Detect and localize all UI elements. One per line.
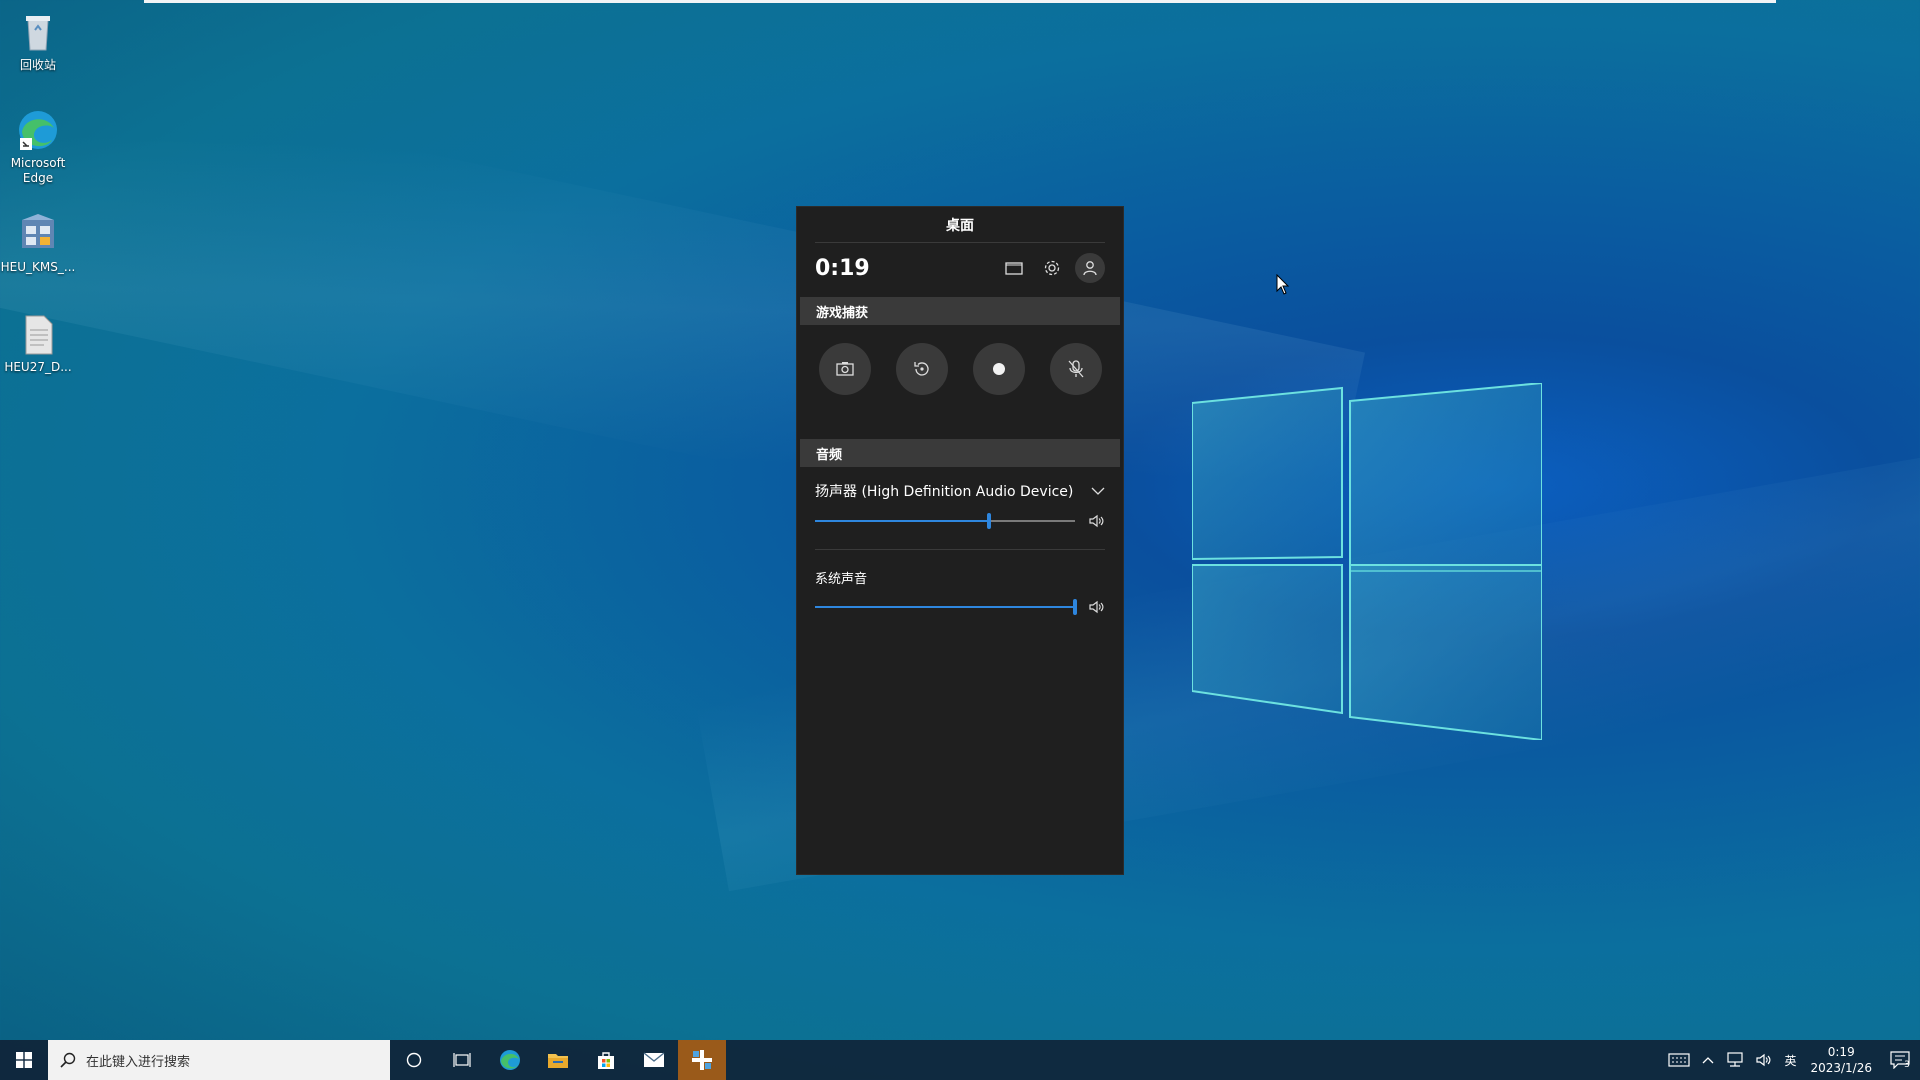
desktop-icon-recycle-bin[interactable]: 回收站 [0,10,76,73]
tray-keyboard[interactable] [1662,1053,1696,1067]
document-icon [16,312,60,356]
taskbar-edge[interactable] [486,1040,534,1080]
mouse-cursor-icon [1276,274,1290,295]
record-icon [993,363,1005,375]
desktop-icon-document[interactable]: HEU27_D... [0,312,76,375]
speaker-icon[interactable] [1089,514,1105,528]
taskbar: 在此键入进行搜索 英 0:19 2023/1/26 3 [0,1040,1920,1080]
game-bar-capture-panel: 桌面 0:19 游戏捕获 音频 扬声器 (High Definition Aud… [796,206,1124,875]
account-button[interactable] [1075,253,1105,283]
task-view-button[interactable] [438,1040,486,1080]
device-volume-row [797,501,1123,531]
elapsed-time: 0:19 [815,255,870,281]
taskbar-search-box[interactable]: 在此键入进行搜索 [48,1040,390,1080]
store-icon [598,1052,614,1069]
panel-toolbar: 0:19 [797,243,1123,293]
settings-button[interactable] [1037,253,1067,283]
desktop-icon-kms[interactable]: HEU_KMS_... [0,212,76,275]
edge-icon [16,108,60,152]
desktop-icon-edge[interactable]: Microsoft Edge [0,108,76,186]
tray-overflow[interactable] [1696,1056,1720,1064]
file-explorer-icon [548,1054,568,1068]
audio-device-selector[interactable]: 扬声器 (High Definition Audio Device) [797,467,1123,501]
taskbar-game-bar[interactable] [678,1040,726,1080]
chevron-down-icon [1091,487,1105,495]
speaker-icon [1756,1053,1771,1067]
audio-section-header: 音频 [800,439,1120,467]
folder-icon [1005,262,1023,275]
speaker-icon[interactable] [1089,600,1105,614]
audio-device-label: 扬声器 (High Definition Audio Device) [815,484,1074,500]
desktop-icon-label: 回收站 [19,58,56,72]
captures-folder-button[interactable] [999,253,1029,283]
capture-buttons [797,325,1123,435]
cortana-icon [406,1052,422,1068]
gear-icon [1044,260,1060,276]
xbox-game-bar-icon [692,1050,712,1070]
tray-ime[interactable]: 英 [1778,1052,1802,1069]
chevron-up-icon [1702,1057,1714,1064]
clock-date: 2023/1/26 [1810,1061,1872,1075]
system-tray: 英 0:19 2023/1/26 3 [1662,1040,1920,1080]
task-view-icon [453,1053,471,1067]
recycle-bin-icon [16,10,60,54]
windows-start-icon [16,1052,32,1068]
mic-toggle-button[interactable] [1050,343,1102,395]
slider-thumb[interactable] [1073,599,1077,615]
taskbar-mail[interactable] [630,1040,678,1080]
device-volume-slider[interactable] [815,513,1075,529]
screenshot-button[interactable] [819,343,871,395]
camera-icon [836,362,854,376]
start-button[interactable] [0,1040,48,1080]
top-progress-line [144,0,1776,3]
slider-fill [815,606,1075,608]
desktop-icon-label: Microsoft Edge [10,156,66,185]
notification-count: 3 [1904,1060,1910,1070]
tray-volume[interactable] [1750,1053,1778,1067]
slider-fill [815,520,990,522]
taskbar-file-explorer[interactable] [534,1040,582,1080]
light-beam [0,20,1366,588]
taskbar-store[interactable] [582,1040,630,1080]
clock-time: 0:19 [1827,1045,1855,1059]
cortana-button[interactable] [390,1040,438,1080]
record-last-button[interactable] [896,343,948,395]
search-icon [60,1052,76,1068]
kms-activator-icon [16,212,60,256]
system-volume-slider[interactable] [815,599,1077,615]
replay-icon [914,362,929,376]
touch-keyboard-icon [1668,1053,1691,1067]
user-icon [1083,261,1097,276]
windows-logo-wallpaper [1192,383,1542,740]
network-icon [1727,1052,1744,1067]
slider-thumb[interactable] [987,513,992,529]
edge-icon [500,1050,520,1070]
action-center-button[interactable]: 3 [1880,1040,1920,1080]
system-sound-label: 系统声音 [815,572,868,587]
system-volume-row [797,587,1123,617]
tray-clock[interactable]: 0:19 2023/1/26 [1802,1044,1880,1076]
search-placeholder: 在此键入进行搜索 [86,1054,191,1070]
record-button[interactable] [973,343,1025,395]
mic-off-icon [1068,360,1084,378]
desktop-icon-label: HEU27_D... [4,360,72,374]
mail-icon [643,1052,665,1067]
capture-section-header: 游戏捕获 [800,297,1120,325]
panel-title: 桌面 [815,207,1105,243]
tray-network[interactable] [1720,1052,1750,1068]
desktop-icon-label: HEU_KMS_... [0,260,76,274]
